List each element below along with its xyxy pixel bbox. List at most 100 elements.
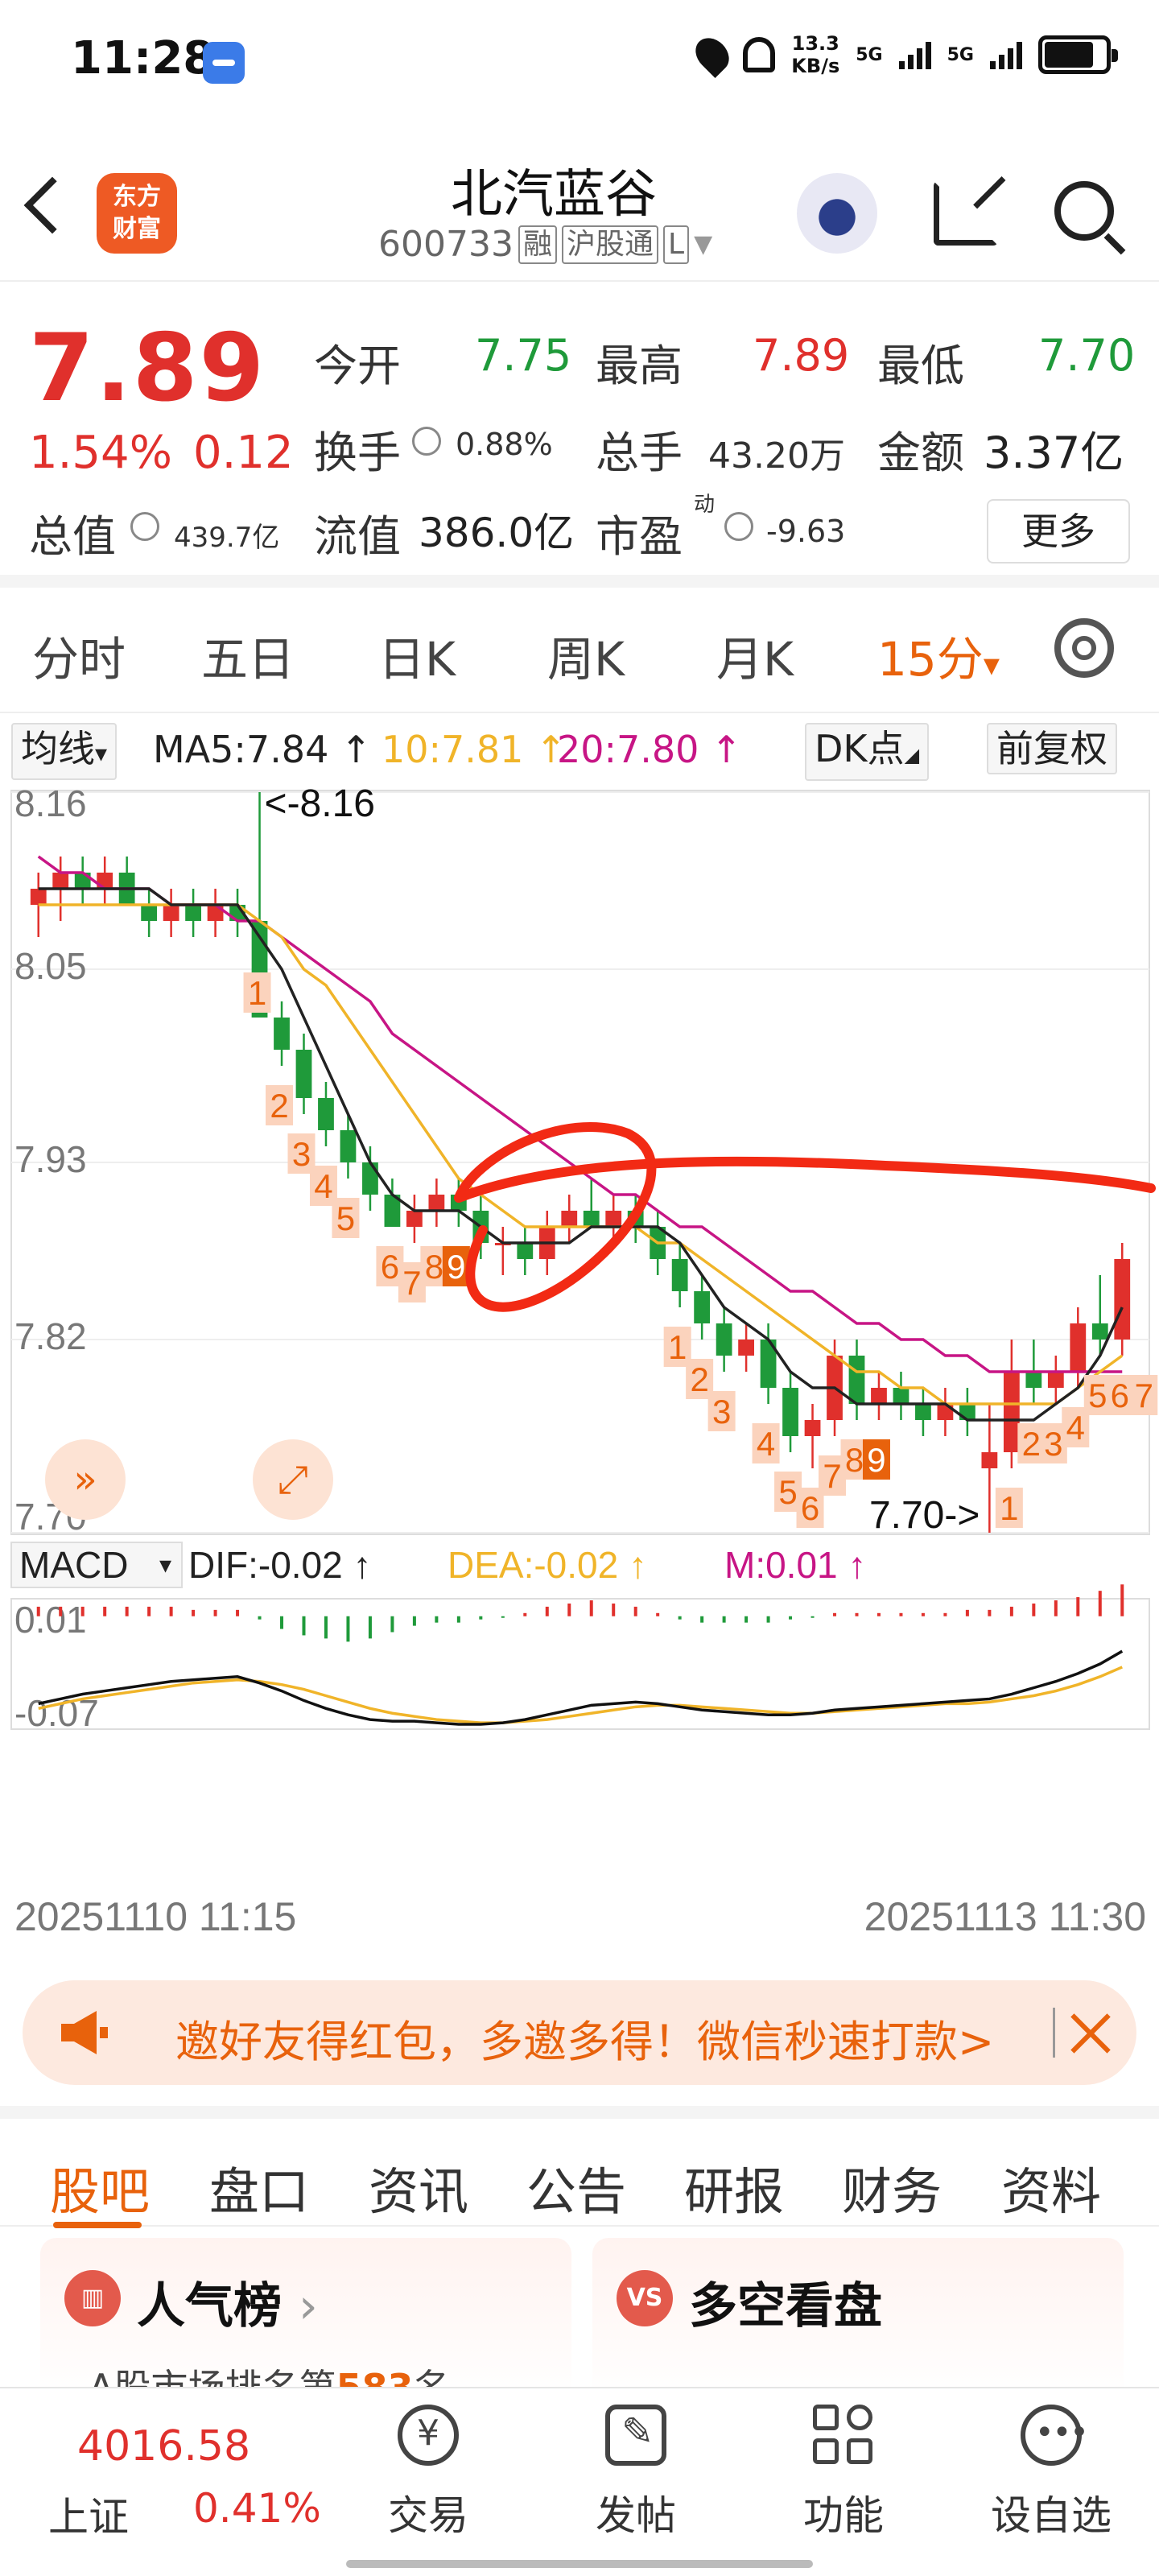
info-icon[interactable] [130, 512, 159, 541]
tab-weekly-k[interactable]: 周K [547, 621, 625, 689]
period-tabs: 分时 五日 日K 周K 月K 15分▾ [0, 601, 1159, 713]
low-label: 最低 [877, 341, 964, 391]
tab-profile[interactable]: 资料 [1001, 2151, 1101, 2223]
logo-line-2: 财富 [113, 215, 161, 243]
macd-dif-value: DIF:-0.02 ↑ [188, 1544, 372, 1586]
y-tick-label: 8.05 [14, 945, 87, 987]
td-count-label: 4 [1066, 1409, 1085, 1447]
candle-body [804, 1420, 821, 1436]
candle-body [694, 1291, 711, 1323]
popularity-card[interactable]: ▥ 人气榜 › A股市场排名第583名 [40, 2238, 571, 2409]
caret-down-icon: ▾ [159, 1552, 171, 1579]
ma5-value: MA5:7.84 ↑ [153, 728, 372, 771]
status-icons: 13.3 KB/s 5G 5G [689, 31, 1118, 78]
index-name[interactable]: 上证 [48, 2485, 129, 2543]
macd-frame [10, 1598, 1150, 1730]
battery-icon [1038, 35, 1118, 74]
nav-trade[interactable]: ¥ 交易 [348, 2405, 509, 2541]
tab-15min[interactable]: 15分▾ [877, 621, 1000, 689]
tab-forum[interactable]: 股吧 [50, 2151, 150, 2223]
corner-caret-icon: ◢ [904, 744, 920, 766]
candle-body [163, 905, 179, 921]
td-count-label: 3 [712, 1393, 731, 1430]
candle-body [362, 1162, 378, 1195]
macd-label: MACD [19, 1544, 128, 1586]
nav-add-watchlist[interactable]: ••• 设自选 [971, 2405, 1132, 2541]
fullscreen-icon[interactable]: ⤢ [253, 1439, 333, 1520]
td-count-label: 6 [801, 1489, 819, 1527]
tab-five-day[interactable]: 五日 [201, 621, 295, 689]
candle-body [274, 1018, 290, 1050]
share-icon[interactable] [934, 181, 998, 246]
index-value[interactable]: 4016.58 [77, 2422, 250, 2471]
ma-select-label: 均线 [21, 727, 95, 770]
candle-body [52, 873, 69, 889]
bell-muted-icon [743, 37, 776, 72]
app-logo[interactable]: 东方 财富 [97, 173, 177, 254]
tab-intraday[interactable]: 分时 [32, 621, 126, 689]
candle-body [915, 1404, 931, 1420]
gear-icon[interactable] [1054, 618, 1114, 678]
nav-post[interactable]: ✎ 发帖 [555, 2405, 716, 2541]
tab-news[interactable]: 资讯 [369, 2151, 468, 2223]
candle-body [716, 1323, 732, 1356]
active-tab-underline [53, 2222, 142, 2228]
bull-bear-card[interactable]: VS 多空看盘 [592, 2238, 1124, 2399]
tab-monthly-k[interactable]: 月K [716, 621, 794, 689]
nav-functions[interactable]: 功能 [763, 2405, 924, 2541]
tab-orderbook[interactable]: 盘口 [209, 2151, 309, 2223]
ma-select[interactable]: 均线▾ [11, 723, 118, 780]
tab-announcements[interactable]: 公告 [526, 2151, 626, 2223]
candle-body [782, 1388, 798, 1436]
td-count-label: 2 [690, 1360, 708, 1398]
td-count-label: 6 [381, 1248, 399, 1286]
td-count-label: 8 [845, 1441, 864, 1479]
close-icon[interactable] [1069, 2011, 1114, 2056]
td-count-label: 1 [1000, 1489, 1018, 1527]
tab-financials[interactable]: 财务 [842, 2151, 942, 2223]
expand-left-icon[interactable]: » [45, 1439, 126, 1520]
td-count-label: 9 [867, 1441, 885, 1479]
td-count-label: 4 [757, 1425, 775, 1463]
signal-bars-icon [898, 40, 931, 69]
ai-assistant-icon[interactable] [797, 173, 877, 254]
info-icon[interactable] [724, 512, 753, 541]
logo-line-1: 东方 [113, 183, 161, 211]
y-tick-label: 7.93 [14, 1138, 87, 1180]
info-icon[interactable] [412, 427, 441, 456]
volume-value: 43.20万 [708, 436, 845, 477]
candle-body [517, 1243, 534, 1259]
pe-value: -9.63 [766, 514, 846, 549]
tab-daily-k[interactable]: 日K [378, 621, 456, 689]
search-icon[interactable] [1054, 181, 1114, 241]
macd-dif-line [38, 1649, 1124, 1726]
market-cap-label: 总值 [29, 511, 116, 562]
chevron-right-icon: › [298, 2278, 318, 2334]
index-percent[interactable]: 0.41% [193, 2485, 321, 2532]
low-value: 7.70 [1038, 330, 1136, 381]
kline-chart-area[interactable]: 8.16 8.05 7.93 7.82 7.70 <-8.16 7.70-> 1 2 3 4 5 6 7 8… [0, 779, 1159, 1971]
td-count-label: 1 [668, 1328, 687, 1366]
vs-icon: VS [617, 2270, 673, 2326]
back-arrow-icon[interactable] [23, 176, 81, 234]
td-count-label: 3 [292, 1135, 311, 1173]
adjust-button[interactable]: 前复权 [987, 723, 1117, 774]
stock-name: 北汽蓝谷 [451, 165, 657, 225]
nav-post-label: 发帖 [596, 2492, 676, 2539]
y-tick-label: 8.16 [14, 782, 87, 824]
nav-trade-label: 交易 [388, 2492, 468, 2539]
caret-down-icon: ▾ [983, 646, 1000, 683]
float-cap-label: 流值 [314, 511, 401, 562]
turnover-label: 换手 [314, 427, 401, 478]
current-price: 7.89 [29, 314, 266, 423]
chevron-down-icon[interactable]: ▼ [694, 230, 712, 258]
more-button[interactable]: 更多 [987, 499, 1130, 564]
td-count-label: 5 [778, 1473, 797, 1511]
float-cap-value: 386.0亿 [419, 510, 575, 556]
net-speed-unit: KB/s [791, 55, 840, 77]
yen-exchange-icon: ¥ [398, 2405, 459, 2466]
promo-banner[interactable]: 邀好友得红包，多邀多得！微信秒速打款> [23, 1980, 1136, 2085]
dk-point-button[interactable]: DK点◢ [805, 723, 930, 781]
candle-body [1047, 1372, 1064, 1388]
tab-research[interactable]: 研报 [684, 2151, 784, 2223]
